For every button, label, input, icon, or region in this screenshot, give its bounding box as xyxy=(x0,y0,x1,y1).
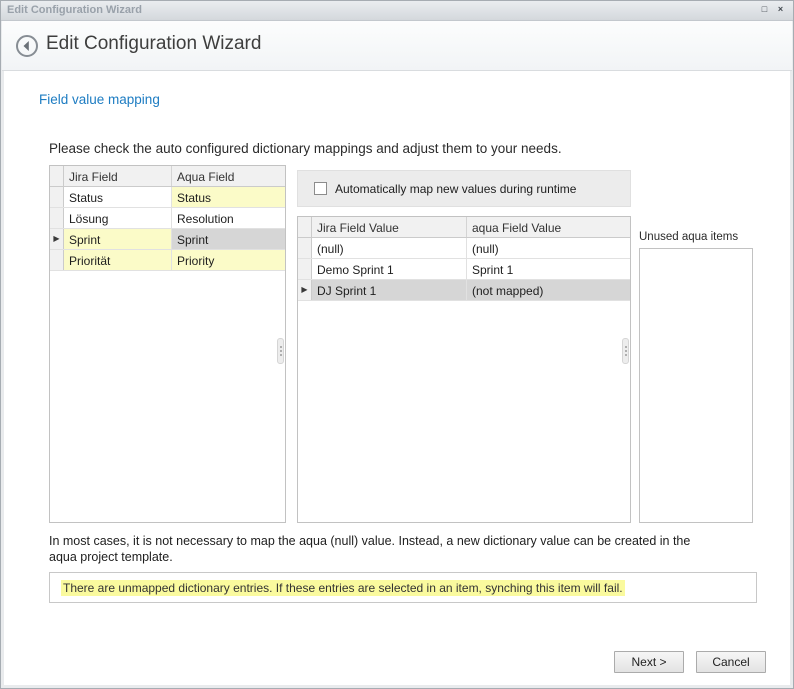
warning-box: There are unmapped dictionary entries. I… xyxy=(49,572,757,603)
value-table-header-row: Jira Field Value aqua Field Value xyxy=(298,217,630,238)
maximize-icon: □ xyxy=(762,4,767,14)
jira-field-cell[interactable]: Priorität xyxy=(64,250,172,270)
field-table-scrollbar[interactable] xyxy=(277,338,284,364)
edit-configuration-wizard-window: Edit Configuration Wizard □ × Edit Confi… xyxy=(0,0,794,689)
aqua-field-cell[interactable]: Resolution xyxy=(172,208,285,228)
auto-map-checkbox-label: Automatically map new values during runt… xyxy=(335,182,576,196)
column-header-aqua-field-value[interactable]: aqua Field Value xyxy=(467,217,630,237)
jira-value-cell[interactable]: Demo Sprint 1 xyxy=(312,259,467,279)
unused-aqua-items-listbox[interactable] xyxy=(639,248,753,523)
row-selector[interactable]: ▶ xyxy=(298,280,312,300)
value-mapping-table: Jira Field Value aqua Field Value (null)… xyxy=(297,216,631,523)
table-row[interactable]: Priorität Priority xyxy=(50,250,285,271)
table-row-selected[interactable]: ▶ Sprint Sprint xyxy=(50,229,285,250)
row-selector[interactable] xyxy=(298,259,312,279)
jira-field-cell[interactable]: Sprint xyxy=(64,229,172,249)
row-header-corner xyxy=(50,166,64,186)
row-selector[interactable]: ▶ xyxy=(50,229,64,249)
row-selector-arrow-icon: ▶ xyxy=(50,229,63,249)
column-header-jira-field-value[interactable]: Jira Field Value xyxy=(312,217,467,237)
back-button[interactable] xyxy=(15,34,39,58)
aqua-field-cell[interactable]: Sprint xyxy=(172,229,285,249)
cancel-button[interactable]: Cancel xyxy=(696,651,766,673)
row-selector[interactable] xyxy=(50,187,64,207)
unused-aqua-items-label: Unused aqua items xyxy=(639,231,738,243)
window-title: Edit Configuration Wizard xyxy=(7,4,142,16)
row-selector[interactable] xyxy=(50,208,64,228)
table-row-selected[interactable]: ▶ DJ Sprint 1 (not mapped) xyxy=(298,280,630,301)
value-table-scrollbar[interactable] xyxy=(622,338,629,364)
table-row[interactable]: Status Status xyxy=(50,187,285,208)
row-header-corner xyxy=(298,217,312,237)
jira-field-cell[interactable]: Status xyxy=(64,187,172,207)
column-header-aqua-field[interactable]: Aqua Field xyxy=(172,166,285,186)
close-button[interactable]: × xyxy=(774,3,787,16)
jira-field-cell[interactable]: Lösung xyxy=(64,208,172,228)
row-selector[interactable] xyxy=(298,238,312,258)
arrow-left-circle-icon xyxy=(15,34,39,58)
auto-map-option-panel[interactable]: Automatically map new values during runt… xyxy=(297,170,631,207)
aqua-field-cell[interactable]: Status xyxy=(172,187,285,207)
page-title: Edit Configuration Wizard xyxy=(46,33,261,55)
auto-map-checkbox[interactable] xyxy=(314,182,327,195)
warning-text: There are unmapped dictionary entries. I… xyxy=(61,580,625,596)
footnote-text: In most cases, it is not necessary to ma… xyxy=(49,533,707,565)
field-mapping-table: Jira Field Aqua Field Status Status Lösu… xyxy=(49,165,286,523)
row-selector[interactable] xyxy=(50,250,64,270)
instruction-text: Please check the auto configured diction… xyxy=(49,141,562,156)
column-header-jira-field[interactable]: Jira Field xyxy=(64,166,172,186)
table-row[interactable]: Lösung Resolution xyxy=(50,208,285,229)
aqua-value-cell[interactable]: (null) xyxy=(467,238,630,258)
section-title: Field value mapping xyxy=(39,92,160,107)
row-selector-arrow-icon: ▶ xyxy=(298,280,311,300)
maximize-button[interactable]: □ xyxy=(758,3,771,16)
aqua-value-cell[interactable]: Sprint 1 xyxy=(467,259,630,279)
aqua-value-cell[interactable]: (not mapped) xyxy=(467,280,630,300)
titlebar[interactable]: Edit Configuration Wizard □ × xyxy=(1,1,793,21)
wizard-header: Edit Configuration Wizard xyxy=(2,21,792,71)
window-controls: □ × xyxy=(758,3,787,16)
aqua-field-cell[interactable]: Priority xyxy=(172,250,285,270)
field-table-header-row: Jira Field Aqua Field xyxy=(50,166,285,187)
jira-value-cell[interactable]: DJ Sprint 1 xyxy=(312,280,467,300)
next-button[interactable]: Next > xyxy=(614,651,684,673)
close-icon: × xyxy=(778,4,783,14)
jira-value-cell[interactable]: (null) xyxy=(312,238,467,258)
table-row[interactable]: (null) (null) xyxy=(298,238,630,259)
table-row[interactable]: Demo Sprint 1 Sprint 1 xyxy=(298,259,630,280)
